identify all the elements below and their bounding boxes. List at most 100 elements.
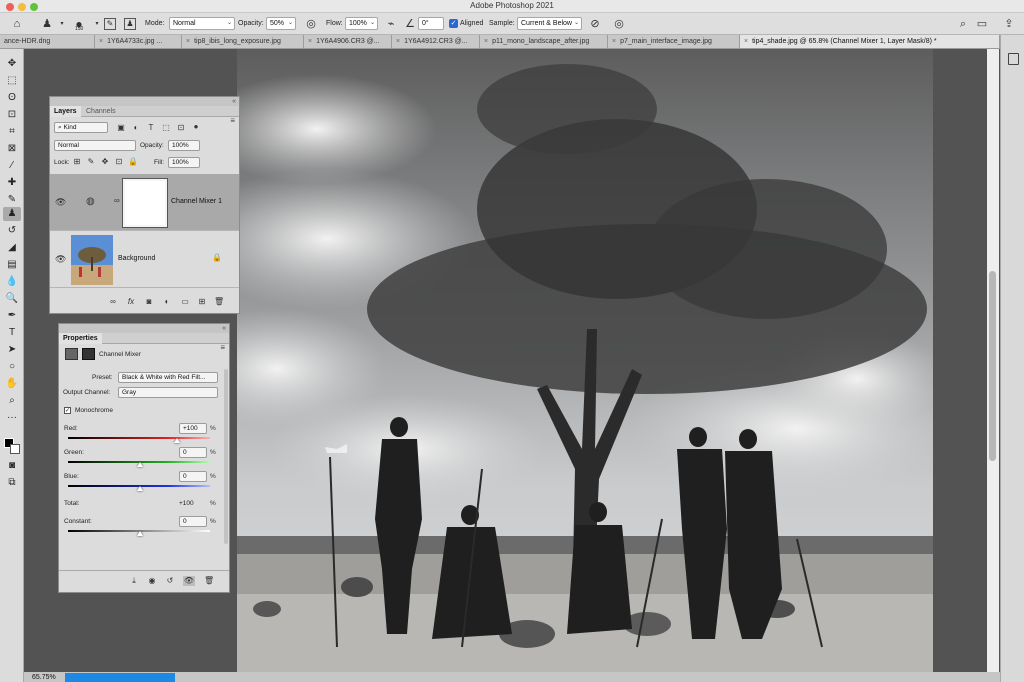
adjustment-icon[interactable] — [65, 348, 78, 360]
toggle-clone-source-icon[interactable]: ♟ — [124, 18, 136, 30]
preset-select[interactable]: Black & White with Red Filt... — [118, 372, 218, 383]
panel-menu-icon[interactable]: ≡ — [230, 115, 235, 126]
filter-pixel-icon[interactable]: ▣ — [116, 123, 126, 133]
new-adjustment-layer-icon[interactable]: ◐ — [162, 297, 172, 307]
filter-adjustment-icon[interactable]: ◐ — [131, 123, 141, 133]
lasso-tool-icon[interactable]: ʘ — [3, 91, 21, 105]
opacity-field[interactable]: 50% ⌄ — [266, 17, 296, 30]
filter-kind-select[interactable]: ⌕ Kind — [54, 122, 108, 133]
history-brush-tool-icon[interactable]: ↺ — [3, 224, 21, 238]
aligned-checkbox[interactable]: ✓ — [449, 19, 458, 28]
lock-icon[interactable]: 🔒 — [212, 253, 222, 262]
move-tool-icon[interactable]: ✥ — [3, 57, 21, 71]
view-previous-state-icon[interactable]: ◉ — [147, 576, 157, 586]
panel-menu-icon[interactable]: ≡ — [220, 342, 225, 353]
layer-mask-thumbnail[interactable] — [122, 178, 168, 228]
constant-slider-knob[interactable] — [137, 531, 143, 536]
zoom-level[interactable]: 65.75% — [32, 673, 56, 682]
filter-smart-object-icon[interactable]: ⊡ — [176, 123, 186, 133]
blend-mode-select[interactable]: Normal — [54, 140, 136, 151]
toggle-brush-panel-icon[interactable]: ✎ — [104, 18, 116, 30]
background-color-swatch[interactable] — [10, 444, 20, 454]
home-icon[interactable]: ⌂ — [10, 17, 24, 31]
link-icon[interactable]: ∞ — [114, 196, 120, 205]
more-tools-icon[interactable]: ··· — [3, 411, 21, 425]
close-icon[interactable]: × — [744, 38, 748, 45]
lock-transparent-icon[interactable]: ⊞ — [72, 157, 82, 167]
lock-pixels-icon[interactable]: ✎ — [86, 157, 96, 167]
lock-artboard-icon[interactable]: ⊡ — [114, 157, 124, 167]
sample-select[interactable]: Current & Below ⌄ — [517, 17, 582, 30]
angle-field[interactable]: 0° — [418, 17, 444, 30]
flow-field[interactable]: 100% ⌄ — [345, 17, 378, 30]
add-mask-icon[interactable]: ◙ — [144, 297, 154, 307]
brush-tool-icon[interactable]: ✎ — [3, 193, 21, 207]
close-icon[interactable]: × — [308, 38, 312, 45]
document-tab[interactable]: × tip8_ibis_long_exposure.jpg — [182, 35, 304, 48]
path-selection-tool-icon[interactable]: ➤ — [3, 343, 21, 357]
gradient-tool-icon[interactable]: ▤ — [3, 258, 21, 272]
new-group-icon[interactable]: ▭ — [180, 297, 190, 307]
clip-to-layer-icon[interactable]: ⤓ — [129, 576, 139, 586]
document-canvas[interactable] — [237, 49, 933, 672]
type-tool-icon[interactable]: T — [3, 326, 21, 340]
scrollbar-thumb[interactable] — [989, 271, 996, 461]
panel-scrollbar[interactable] — [224, 369, 228, 544]
dodge-tool-icon[interactable]: 🔍 — [3, 292, 21, 306]
mode-select[interactable]: Normal ⌄ — [169, 17, 235, 30]
new-layer-icon[interactable]: ⊞ — [197, 297, 207, 307]
close-icon[interactable]: × — [484, 38, 488, 45]
document-tab[interactable]: × 1Y6A4906.CR3 @... — [304, 35, 392, 48]
trash-icon[interactable]: 🗑 — [214, 297, 224, 307]
search-icon[interactable]: ⌕ — [956, 17, 970, 31]
pen-tool-icon[interactable]: ✒ — [3, 309, 21, 323]
green-slider-knob[interactable] — [137, 462, 143, 467]
blue-slider-knob[interactable] — [137, 486, 143, 491]
toggle-visibility-icon[interactable]: 👁 — [183, 576, 195, 586]
pressure-opacity-icon[interactable]: ◎ — [304, 17, 318, 31]
trash-icon[interactable]: 🗑 — [204, 576, 214, 586]
ignore-adjustment-layers-icon[interactable]: ⊘ — [588, 17, 602, 31]
tool-preset-dropdown[interactable]: ▾ — [55, 17, 69, 31]
quick-mask-icon[interactable]: ◙ — [3, 459, 21, 473]
document-tab-active[interactable]: × tip4_shade.jpg @ 65.8% (Channel Mixer 1… — [740, 35, 1000, 48]
crop-tool-icon[interactable]: ⌗ — [3, 125, 21, 139]
layer-opacity-field[interactable]: 100% — [168, 140, 200, 151]
close-icon[interactable]: × — [612, 38, 616, 45]
tab-channels[interactable]: Channels — [82, 106, 120, 117]
collapse-icon[interactable]: « — [222, 324, 226, 333]
eraser-tool-icon[interactable]: ◢ — [3, 241, 21, 255]
vertical-scrollbar[interactable] — [987, 49, 999, 672]
close-icon[interactable]: × — [99, 38, 103, 45]
layer-row-background[interactable]: 👁 Background 🔒 — [50, 231, 239, 288]
monochrome-checkbox[interactable]: ✓ — [64, 407, 71, 414]
frame-tool-icon[interactable]: ⊠ — [3, 142, 21, 156]
close-icon[interactable]: × — [396, 38, 400, 45]
clone-stamp-icon[interactable]: ♟ — [40, 17, 54, 31]
panel-header[interactable]: « — [59, 324, 229, 333]
tab-properties[interactable]: Properties — [59, 333, 102, 344]
eye-icon[interactable]: 👁 — [55, 254, 66, 265]
collapse-icon[interactable]: « — [232, 97, 236, 106]
red-field[interactable]: +100 — [179, 423, 207, 434]
panel-header[interactable]: « — [50, 97, 239, 106]
lock-all-icon[interactable]: 🔒 — [128, 157, 138, 167]
layer-name[interactable]: Background — [118, 255, 155, 262]
document-tab[interactable]: × p11_mono_landscape_after.jpg — [480, 35, 608, 48]
eye-icon[interactable]: 👁 — [55, 197, 66, 208]
constant-field[interactable]: 0 — [179, 516, 207, 527]
output-channel-select[interactable]: Gray — [118, 387, 218, 398]
marquee-tool-icon[interactable]: ⬚ — [3, 74, 21, 88]
red-slider-knob[interactable] — [174, 438, 180, 443]
red-slider[interactable] — [68, 437, 210, 439]
lock-position-icon[interactable]: ✥ — [100, 157, 110, 167]
hand-tool-icon[interactable]: ✋ — [3, 377, 21, 391]
properties-panel-icon[interactable] — [1008, 53, 1019, 65]
filter-shape-icon[interactable]: ⬚ — [161, 123, 171, 133]
fx-button[interactable]: fx — [126, 297, 136, 307]
link-layers-icon[interactable]: ∞ — [108, 297, 118, 307]
brush-preset-dropdown[interactable]: ▾ — [90, 17, 104, 31]
filter-type-icon[interactable]: T — [146, 123, 156, 133]
blue-field[interactable]: 0 — [179, 471, 207, 482]
reset-icon[interactable]: ↺ — [165, 576, 175, 586]
